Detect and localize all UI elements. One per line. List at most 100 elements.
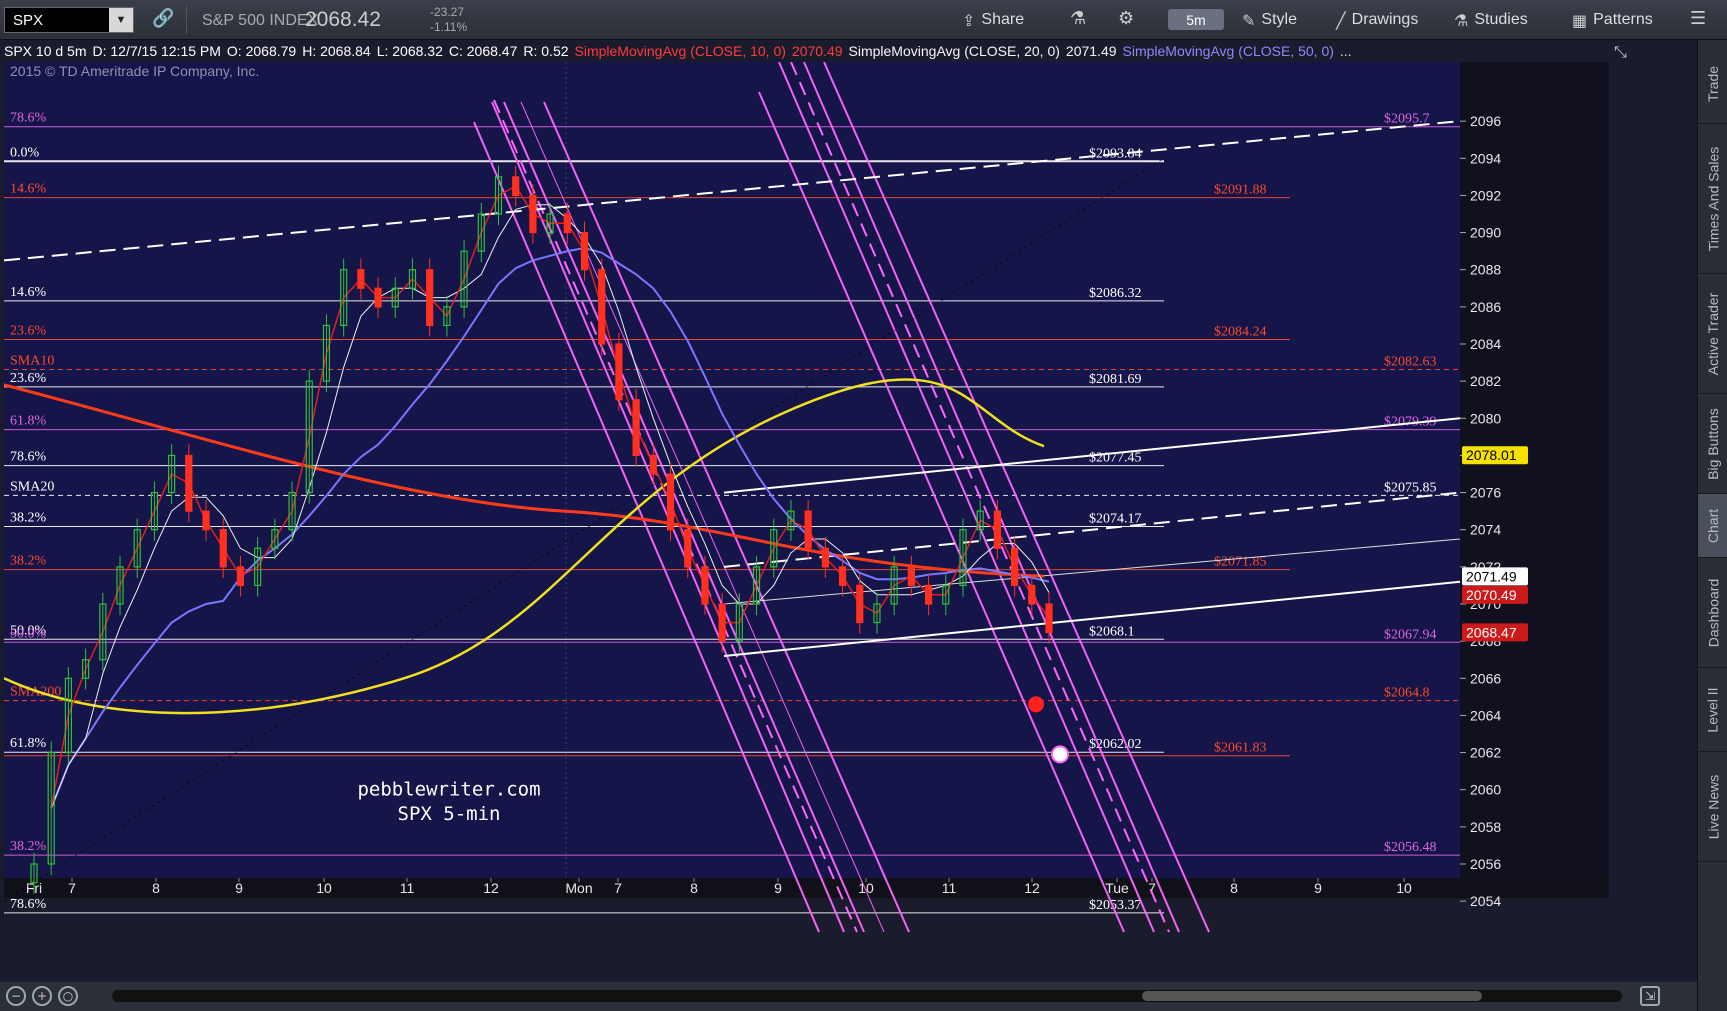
price-tag-label: 2068.47	[1466, 624, 1517, 640]
expand-icon[interactable]: ⇲	[1640, 986, 1660, 1006]
x-tick-label: 12	[1024, 880, 1040, 896]
side-tab-live-news[interactable]: Live News	[1698, 752, 1727, 862]
x-tick-label: 10	[316, 880, 332, 896]
candle[interactable]	[907, 566, 915, 587]
side-tab-chart[interactable]: Chart	[1698, 494, 1727, 558]
y-tick-label: 2092	[1470, 187, 1501, 203]
price-level-left-label: 23.6%	[10, 324, 47, 339]
chart-info-line: SPX 10 d 5m D: 12/7/15 12:15 PM O: 2068.…	[4, 41, 1604, 61]
candle[interactable]	[512, 176, 520, 197]
candle[interactable]	[615, 343, 623, 401]
candle[interactable]	[563, 213, 571, 234]
sma20-value: 2071.49	[1065, 43, 1117, 59]
side-tab-active-trader[interactable]: Active Trader	[1698, 274, 1727, 394]
interval-button[interactable]: 5m	[1168, 9, 1224, 30]
y-tick-label: 2062	[1470, 745, 1501, 761]
candle[interactable]	[202, 510, 210, 531]
x-tick-label: 10	[1396, 880, 1412, 896]
side-tab-label: Level II	[1705, 686, 1722, 733]
price-chart[interactable]: 2015 © TD Ameritrade IP Company, Inc. 205…	[4, 62, 1609, 958]
candle[interactable]	[666, 473, 675, 531]
price-tag-label: 2071.49	[1466, 568, 1517, 584]
side-tab-big-buttons[interactable]: Big Buttons	[1698, 394, 1727, 494]
share-icon: ⇪	[962, 10, 976, 30]
side-tab-label: Active Trader	[1705, 292, 1722, 375]
candle[interactable]	[236, 566, 245, 587]
candle[interactable]	[374, 287, 382, 308]
candle[interactable]	[598, 269, 606, 345]
candle[interactable]	[1045, 603, 1053, 634]
price-level-left-label: 38.2%	[10, 839, 47, 854]
candle[interactable]	[185, 454, 193, 512]
symbol-selector[interactable]: SPX ▼	[4, 7, 134, 33]
drawings-button[interactable]: ╱ Drawings	[1336, 8, 1418, 32]
x-tick-label: Mon	[565, 880, 592, 896]
y-tick-label: 2094	[1470, 150, 1501, 166]
candle[interactable]	[357, 269, 365, 289]
y-tick-label: 2090	[1470, 225, 1501, 241]
x-tick-label: Tue	[1105, 880, 1129, 896]
symbol-text: SPX	[13, 11, 44, 29]
side-tab-level-ii[interactable]: Level II	[1698, 668, 1727, 752]
flask-icon[interactable]: ⚗	[1070, 8, 1086, 29]
side-tab-dashboard[interactable]: Dashboard	[1698, 558, 1727, 668]
candle[interactable]	[1010, 547, 1019, 587]
candle[interactable]	[529, 194, 537, 234]
side-tab-label: Times And Sales	[1705, 146, 1721, 251]
flask-icon: ⚗	[1454, 10, 1469, 30]
share-button[interactable]: ⇪ Share	[962, 8, 1024, 32]
price-level-left-label: 0.0%	[10, 145, 40, 160]
gear-icon[interactable]: ⚙	[1118, 8, 1134, 29]
y-tick-label: 2086	[1470, 299, 1501, 315]
candle[interactable]	[632, 399, 640, 457]
side-panel: Trade Times And Sales Active Trader Big But…	[1697, 40, 1727, 1011]
candle[interactable]	[580, 231, 589, 271]
price-level-left-label: 38.2%	[10, 511, 47, 526]
collapse-icon[interactable]: ⤡	[1614, 42, 1627, 62]
candle[interactable]	[821, 547, 829, 568]
side-tab-times-and-sales[interactable]: Times And Sales	[1698, 124, 1727, 274]
x-tick-label: 9	[774, 880, 782, 896]
chart-area[interactable]: 2015 © TD Ameritrade IP Company, Inc. 205…	[4, 62, 1609, 958]
time-scrollbar[interactable]	[112, 990, 1622, 1002]
share-label: Share	[981, 11, 1025, 28]
price-level-left-label: 50.0%	[10, 626, 47, 641]
bar-high: H: 2068.84	[302, 43, 371, 59]
zoom-in-icon[interactable]: +	[32, 986, 52, 1006]
line-icon: ╱	[1336, 10, 1346, 30]
side-tab-trade[interactable]: Trade	[1698, 44, 1727, 124]
price-level-left-label: 78.6%	[10, 450, 47, 465]
studies-button[interactable]: ⚗ Studies	[1454, 8, 1528, 32]
candle[interactable]	[718, 603, 726, 642]
candle[interactable]	[1028, 584, 1036, 605]
candle[interactable]	[804, 510, 812, 549]
candle[interactable]	[701, 566, 709, 605]
zoom-reset-icon[interactable]: ○	[58, 986, 78, 1006]
candle[interactable]	[426, 269, 434, 327]
menu-icon[interactable]: ☰	[1690, 8, 1706, 29]
y-tick-label: 2082	[1470, 373, 1501, 389]
link-icon[interactable]: 🔗	[152, 8, 174, 29]
price-level-label: $2068.1	[1089, 624, 1135, 639]
candle[interactable]	[684, 529, 692, 568]
y-tick-label: 2054	[1470, 893, 1501, 909]
candle[interactable]	[924, 584, 933, 605]
chevron-down-icon[interactable]: ▼	[109, 8, 133, 32]
copyright-text: 2015 © TD Ameritrade IP Company, Inc.	[10, 63, 259, 79]
price-level-left-label: 14.6%	[10, 285, 47, 300]
style-button[interactable]: ✎ Style	[1242, 8, 1297, 32]
candle[interactable]	[838, 566, 847, 587]
price-level-left-label: SMA10	[10, 353, 54, 368]
candle[interactable]	[856, 584, 864, 624]
price-level-label: $2064.8	[1384, 686, 1430, 701]
scroll-thumb[interactable]	[1142, 991, 1482, 1001]
candle[interactable]	[649, 454, 657, 475]
target-dot-red	[1028, 696, 1044, 713]
y-tick-label: 2080	[1470, 410, 1501, 426]
patterns-button[interactable]: ▦ Patterns	[1572, 8, 1653, 32]
candle[interactable]	[219, 529, 227, 568]
candle[interactable]	[993, 510, 1001, 549]
price-level-label: $2075.85	[1384, 480, 1437, 495]
zoom-out-icon[interactable]: −	[6, 986, 26, 1006]
bottom-bar: − + ○ ⇲	[0, 982, 1697, 1011]
